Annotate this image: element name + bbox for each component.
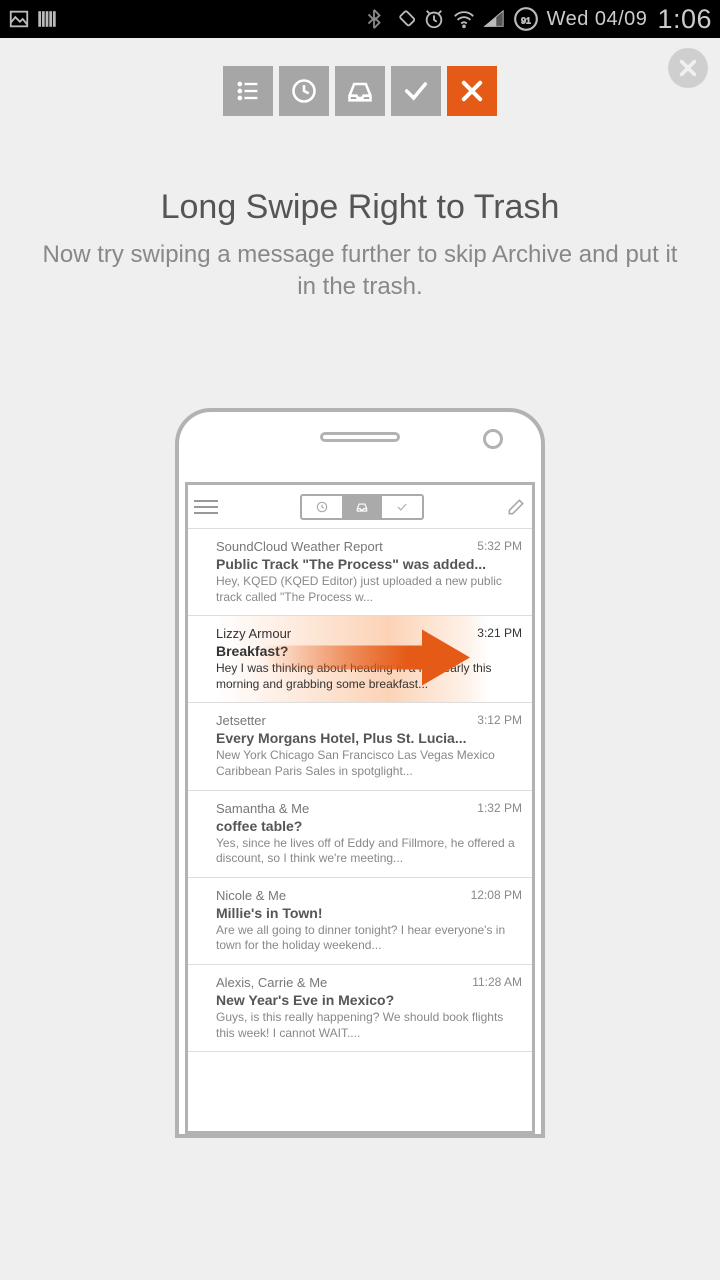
message-sender: Lizzy Armour — [216, 626, 522, 641]
phone-speaker — [320, 432, 400, 442]
message-time: 3:12 PM — [477, 713, 522, 727]
message-preview: Are we all going to dinner tonight? I he… — [216, 923, 522, 954]
message-sender: Thrillist — [203, 1252, 535, 1267]
message-preview: Hey I was thinking about heading in a li… — [216, 661, 522, 692]
status-time: 1:06 — [657, 4, 712, 35]
x-icon — [458, 77, 486, 105]
message-sender: Jetsetter — [216, 713, 522, 728]
message-subject: Millie's in Town! — [216, 905, 522, 921]
message-preview: Yes, since he lives off of Eddy and Fill… — [216, 836, 522, 867]
message-row[interactable]: Samantha & Me1:32 PM coffee table? Yes, si… — [188, 791, 532, 878]
check-icon — [402, 77, 430, 105]
android-status-bar: 91 Wed 04/09 1:06 — [0, 0, 720, 38]
message-preview: Guys, is this really happening? We shoul… — [216, 1010, 522, 1041]
message-time: 9:28 AM — [491, 1165, 535, 1179]
compose-icon — [506, 497, 526, 517]
inbox-icon — [346, 77, 374, 105]
alarm-icon — [423, 8, 445, 30]
hamburger-icon[interactable] — [194, 495, 218, 519]
image-icon — [8, 8, 30, 30]
message-sender: Marcel Camman — [203, 1165, 535, 1180]
inbox-icon — [355, 500, 369, 514]
seg-done[interactable] — [382, 496, 422, 518]
message-subject: New Year's Eve in Mexico? — [216, 992, 522, 1008]
phone-camera — [483, 429, 503, 449]
message-subject: coffee table? — [216, 818, 522, 834]
tutorial-overlay: Long Swipe Right to Trash Now try swipin… — [0, 38, 720, 1280]
message-row[interactable]: SoundCloud Weather Report5:32 PM Public T… — [188, 529, 532, 616]
message-row[interactable]: Nicole & Me12:08 PMMillie's in Town!Are … — [188, 878, 532, 965]
message-row: Marcel Camman9:28 AM I'd love your help..… — [175, 1155, 545, 1242]
tutorial-title: Long Swipe Right to Trash — [40, 188, 680, 227]
close-button[interactable] — [668, 48, 708, 88]
barcode-icon — [36, 8, 58, 30]
action-pillbar — [0, 38, 720, 116]
message-row[interactable]: Jetsetter3:12 PM Every Morgans Hotel, Plu… — [188, 703, 532, 790]
pill-later[interactable] — [279, 66, 329, 116]
message-time: 3:21 PM — [477, 626, 522, 640]
bluetooth-icon — [363, 8, 385, 30]
app-header — [188, 485, 532, 529]
message-row[interactable]: Lizzy Armour3:21 PM Breakfast? Hey I was t… — [188, 616, 532, 703]
check-icon — [395, 500, 409, 514]
compose-button[interactable] — [506, 497, 526, 517]
cell-signal-icon — [483, 8, 505, 30]
message-time: 8:55 AM — [491, 1252, 535, 1266]
message-preview: Hey how have you been? I was wondering i… — [203, 1200, 535, 1231]
message-preview: New York Chicago San Francisco Las Vegas… — [216, 748, 522, 779]
message-subject: Breakfast? — [216, 643, 522, 659]
status-date: Wed 04/09 — [547, 8, 648, 31]
clock-icon — [290, 77, 318, 105]
message-sender: Samantha & Me — [216, 801, 522, 816]
segmented-control — [300, 494, 424, 520]
list-icon — [234, 77, 262, 105]
wifi-icon — [453, 8, 475, 30]
pill-inbox[interactable] — [335, 66, 385, 116]
svg-text:91: 91 — [521, 15, 531, 25]
message-time: 1:32 PM — [477, 801, 522, 815]
phone-app-frame: SoundCloud Weather Report5:32 PM Public T… — [185, 482, 535, 1134]
message-row: Thrillist8:55 AM — [175, 1242, 545, 1280]
message-sender: SoundCloud Weather Report — [216, 539, 522, 554]
seg-later[interactable] — [302, 496, 342, 518]
message-list[interactable]: SoundCloud Weather Report5:32 PM Public T… — [188, 529, 532, 1052]
seg-inbox[interactable] — [342, 496, 382, 518]
tutorial-subtitle: Now try swiping a message further to ski… — [40, 239, 680, 304]
message-time: 12:08 PM — [471, 888, 522, 902]
close-icon — [677, 57, 699, 79]
message-preview: Hey, KQED (KQED Editor) just uploaded a … — [216, 574, 522, 605]
pill-list[interactable] — [223, 66, 273, 116]
message-subject: Every Morgans Hotel, Plus St. Lucia... — [216, 730, 522, 746]
message-time: 5:32 PM — [477, 539, 522, 553]
background-message-list: FOLLOW 20X200 The early shopping season.… — [175, 1116, 545, 1280]
clock-icon — [315, 500, 329, 514]
battery-circle-icon: 91 — [513, 6, 539, 32]
tutorial-headline: Long Swipe Right to Trash Now try swipin… — [0, 188, 720, 304]
message-subject: Public Track "The Process" was added... — [216, 556, 522, 572]
pill-trash[interactable] — [447, 66, 497, 116]
rotation-icon — [393, 8, 415, 30]
pill-done[interactable] — [391, 66, 441, 116]
message-subject: I'd love your help... — [203, 1182, 535, 1198]
message-row[interactable]: Alexis, Carrie & Me11:28 AMNew Year's Ev… — [188, 965, 532, 1052]
message-time: 11:28 AM — [472, 975, 522, 989]
phone-mockup: SoundCloud Weather Report5:32 PM Public T… — [175, 408, 545, 1138]
